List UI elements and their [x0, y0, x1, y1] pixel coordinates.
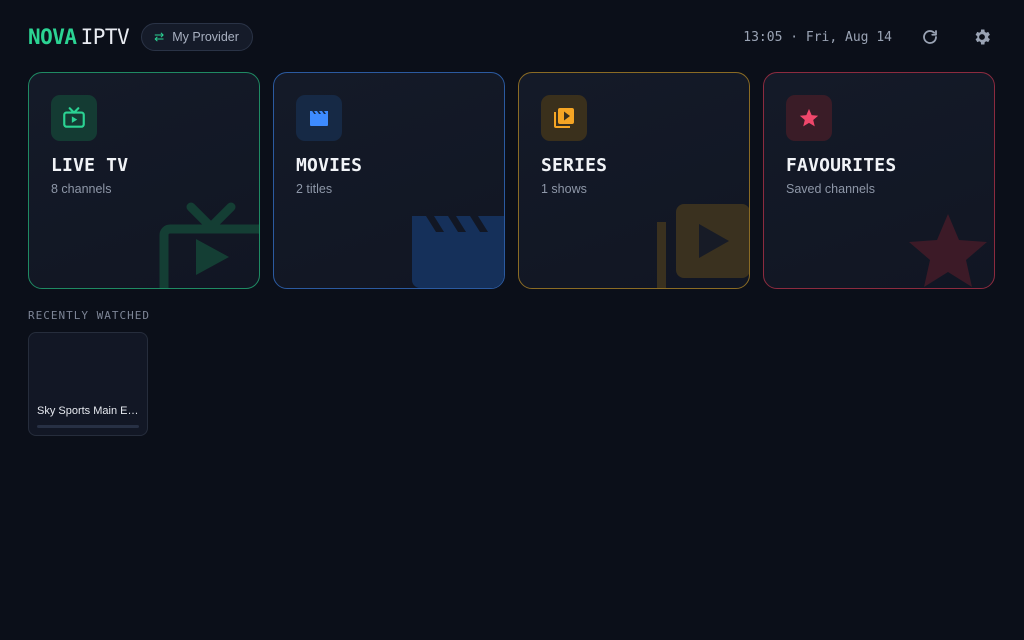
card-movies[interactable]: MOVIES 2 titles — [273, 72, 505, 289]
clock-text: 13:05 · Fri, Aug 14 — [743, 29, 892, 45]
clapperboard-icon — [310, 111, 328, 126]
logo-rest-text: IPTV — [80, 25, 130, 49]
card-subtitle: Saved channels — [786, 182, 875, 196]
refresh-button[interactable] — [916, 23, 944, 51]
star-background-icon — [909, 214, 987, 287]
card-title: SERIES — [541, 155, 608, 176]
tv-icon — [63, 107, 85, 128]
series-icon-tile — [541, 95, 587, 141]
card-favourites[interactable]: FAVOURITES Saved channels — [763, 72, 995, 289]
card-subtitle: 2 titles — [296, 182, 333, 196]
tv-background-icon — [159, 202, 259, 288]
gear-icon — [975, 29, 990, 45]
card-series[interactable]: SERIES 1 shows — [518, 72, 750, 289]
card-subtitle: 1 shows — [541, 182, 587, 196]
favourites-icon-tile — [786, 95, 832, 141]
settings-button[interactable] — [968, 23, 996, 51]
play-library-icon — [554, 108, 574, 128]
movies-icon-tile — [296, 95, 342, 141]
refresh-icon — [923, 30, 937, 44]
provider-label: My Provider — [172, 30, 239, 44]
card-subtitle: 8 channels — [51, 182, 112, 196]
app-logo: NOVA IPTV — [28, 25, 130, 49]
card-title: LIVE TV — [51, 155, 129, 176]
star-icon — [799, 108, 819, 127]
recent-item-title: Sky Sports Main Event — [37, 405, 139, 417]
swap-arrows-icon: ⇄ — [154, 30, 165, 44]
play-library-background-icon — [657, 204, 749, 288]
card-title: FAVOURITES — [786, 155, 897, 176]
recently-watched-heading: RECENTLY WATCHED — [28, 309, 150, 322]
clapperboard-background-icon — [412, 216, 504, 288]
provider-switch-button[interactable]: ⇄ My Provider — [141, 23, 253, 51]
logo-accent-text: NOVA — [28, 25, 77, 49]
recently-watched-list: Sky Sports Main Event — [28, 332, 148, 436]
card-title: MOVIES — [296, 155, 363, 176]
recent-item-progress-bar — [37, 425, 139, 428]
category-cards: LIVE TV 8 channels MOVIES 2 titles SERIE… — [28, 72, 995, 289]
card-live-tv[interactable]: LIVE TV 8 channels — [28, 72, 260, 289]
top-bar: NOVA IPTV ⇄ My Provider 13:05 · Fri, Aug … — [28, 20, 996, 54]
live-tv-icon-tile — [51, 95, 97, 141]
recent-item[interactable]: Sky Sports Main Event — [28, 332, 148, 436]
